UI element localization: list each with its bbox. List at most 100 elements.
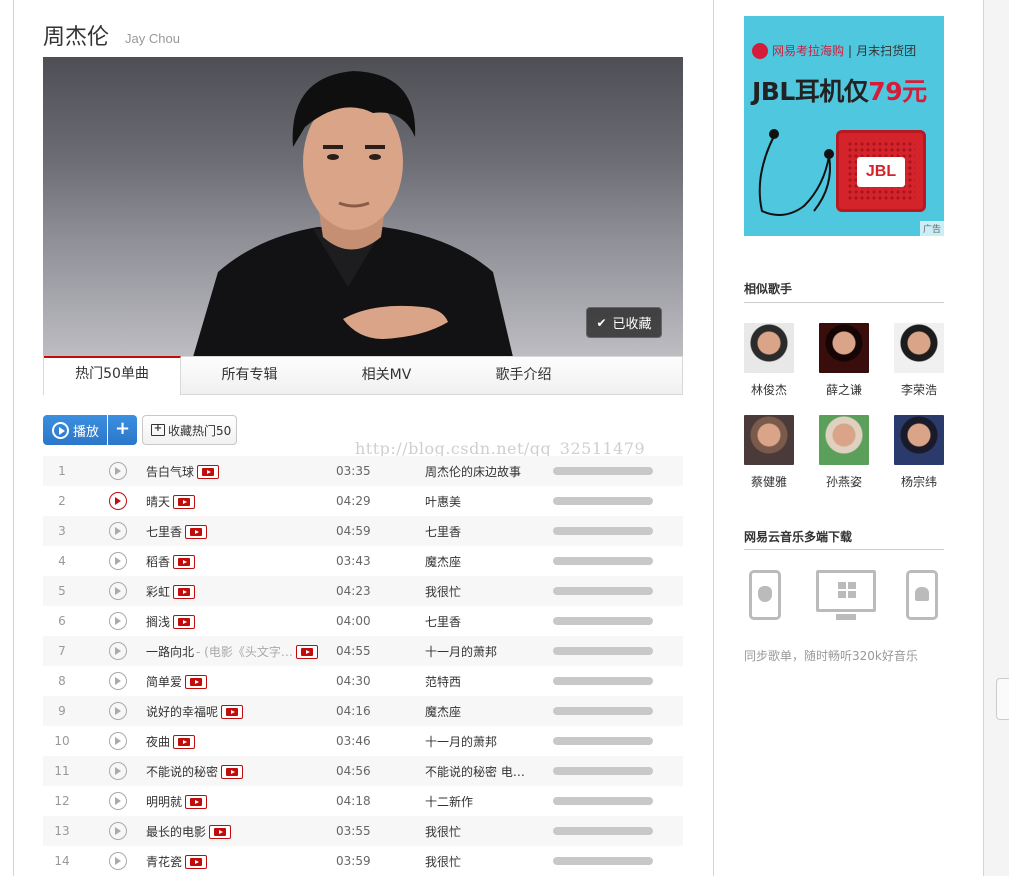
song-title[interactable]: 说好的幸福呢 [146, 703, 218, 720]
mv-icon[interactable] [185, 794, 208, 809]
similar-artist[interactable]: 林俊杰 [744, 323, 794, 398]
song-album[interactable]: 叶惠美 [425, 493, 461, 510]
mv-icon[interactable] [221, 704, 244, 719]
similar-artist-name[interactable]: 李荣浩 [894, 381, 944, 398]
android-icon[interactable] [906, 570, 938, 620]
similar-artist-name[interactable]: 杨宗纬 [894, 473, 944, 490]
play-icon[interactable] [109, 612, 127, 630]
play-icon[interactable] [109, 762, 127, 780]
tab-mv[interactable]: 相关MV [318, 357, 455, 394]
song-title[interactable]: 搁浅 [146, 613, 170, 630]
song-album[interactable]: 不能说的秘密 电… [425, 763, 525, 780]
song-album[interactable]: 我很忙 [425, 823, 461, 840]
song-album[interactable]: 范特西 [425, 673, 461, 690]
song-row[interactable]: 10 夜曲 03:46 十一月的萧邦 [43, 726, 683, 756]
similar-artist[interactable]: 孙燕姿 [819, 415, 869, 490]
mv-icon[interactable] [185, 854, 208, 869]
song-album[interactable]: 魔杰座 [425, 703, 461, 720]
song-title[interactable]: 彩虹 [146, 583, 170, 600]
song-album[interactable]: 十一月的萧邦 [425, 643, 497, 660]
song-row[interactable]: 11 不能说的秘密 04:56 不能说的秘密 电… [43, 756, 683, 786]
tab-albums[interactable]: 所有专辑 [181, 357, 318, 394]
collect-top50-button[interactable]: + 收藏热门50 [142, 415, 237, 445]
song-row[interactable]: 13 最长的电影 03:55 我很忙 [43, 816, 683, 846]
song-row[interactable]: 7 一路向北 - (电影《头文字… 04:55 十一月的萧邦 [43, 636, 683, 666]
song-row[interactable]: 2 晴天 04:29 叶惠美 [43, 486, 683, 516]
add-to-playlist-button[interactable]: + [108, 415, 137, 445]
song-title[interactable]: 七里香 [146, 523, 182, 540]
play-all-button[interactable]: 播放 [43, 415, 107, 445]
play-icon[interactable] [109, 792, 127, 810]
song-album[interactable]: 周杰伦的床边故事 [425, 463, 521, 480]
song-title[interactable]: 简单爱 [146, 673, 182, 690]
play-icon[interactable] [109, 552, 127, 570]
avatar[interactable] [894, 415, 944, 465]
play-icon[interactable] [109, 852, 127, 870]
mv-icon[interactable] [173, 614, 196, 629]
song-row[interactable]: 12 明明就 04:18 十二新作 [43, 786, 683, 816]
play-icon[interactable] [109, 642, 127, 660]
song-album[interactable]: 七里香 [425, 523, 461, 540]
iphone-icon[interactable] [749, 570, 781, 620]
song-title[interactable]: 晴天 [146, 493, 170, 510]
song-title[interactable]: 最长的电影 [146, 823, 206, 840]
avatar[interactable] [744, 323, 794, 373]
song-row[interactable]: 5 彩虹 04:23 我很忙 [43, 576, 683, 606]
song-row[interactable]: 8 简单爱 04:30 范特西 [43, 666, 683, 696]
avatar[interactable] [894, 323, 944, 373]
song-title[interactable]: 告白气球 [146, 463, 194, 480]
play-icon[interactable] [109, 822, 127, 840]
mv-icon[interactable] [209, 824, 232, 839]
song-row[interactable]: 4 稻香 03:43 魔杰座 [43, 546, 683, 576]
similar-artist[interactable]: 蔡健雅 [744, 415, 794, 490]
windows-pc-icon[interactable] [816, 570, 876, 612]
play-icon[interactable] [109, 732, 127, 750]
mv-icon[interactable] [173, 584, 196, 599]
song-row[interactable]: 6 搁浅 04:00 七里香 [43, 606, 683, 636]
play-icon[interactable] [109, 462, 127, 480]
similar-artist-name[interactable]: 蔡健雅 [744, 473, 794, 490]
tab-hot-songs[interactable]: 热门50单曲 [44, 356, 181, 395]
song-row[interactable]: 3 七里香 04:59 七里香 [43, 516, 683, 546]
song-album[interactable]: 十一月的萧邦 [425, 733, 497, 750]
similar-artist-name[interactable]: 孙燕姿 [819, 473, 869, 490]
song-album[interactable]: 十二新作 [425, 793, 473, 810]
song-album[interactable]: 魔杰座 [425, 553, 461, 570]
play-icon[interactable] [109, 492, 127, 510]
play-icon[interactable] [109, 672, 127, 690]
similar-artist-name[interactable]: 林俊杰 [744, 381, 794, 398]
mv-icon[interactable] [173, 554, 196, 569]
avatar[interactable] [819, 323, 869, 373]
song-row[interactable]: 1 告白气球 03:35 周杰伦的床边故事 [43, 456, 683, 486]
song-title[interactable]: 青花瓷 [146, 853, 182, 870]
song-title[interactable]: 夜曲 [146, 733, 170, 750]
ad-banner[interactable]: 网易考拉海购 | 月末扫货团 JBL耳机仅79元 JBL 广告 [744, 16, 944, 236]
tab-artist-intro[interactable]: 歌手介绍 [455, 357, 592, 394]
song-album[interactable]: 七里香 [425, 613, 461, 630]
song-album[interactable]: 我很忙 [425, 583, 461, 600]
play-icon[interactable] [109, 522, 127, 540]
song-album[interactable]: 我很忙 [425, 853, 461, 870]
song-row[interactable]: 9 说好的幸福呢 04:16 魔杰座 [43, 696, 683, 726]
song-title[interactable]: 明明就 [146, 793, 182, 810]
collected-button[interactable]: ✔ 已收藏 [586, 307, 662, 338]
song-title[interactable]: 不能说的秘密 [146, 763, 218, 780]
avatar[interactable] [744, 415, 794, 465]
mv-icon[interactable] [185, 674, 208, 689]
song-row[interactable]: 14 青花瓷 03:59 我很忙 [43, 846, 683, 876]
similar-artist-name[interactable]: 薛之谦 [819, 381, 869, 398]
song-title[interactable]: 稻香 [146, 553, 170, 570]
play-icon[interactable] [109, 582, 127, 600]
mv-icon[interactable] [295, 644, 318, 659]
mv-icon[interactable] [197, 464, 220, 479]
avatar[interactable] [819, 415, 869, 465]
floating-side-tab[interactable] [996, 678, 1009, 720]
similar-artist[interactable]: 杨宗纬 [894, 415, 944, 490]
song-title[interactable]: 一路向北 [146, 643, 194, 660]
play-icon[interactable] [109, 702, 127, 720]
mv-icon[interactable] [173, 734, 196, 749]
similar-artist[interactable]: 薛之谦 [819, 323, 869, 398]
mv-icon[interactable] [173, 494, 196, 509]
mv-icon[interactable] [221, 764, 244, 779]
mv-icon[interactable] [185, 524, 208, 539]
